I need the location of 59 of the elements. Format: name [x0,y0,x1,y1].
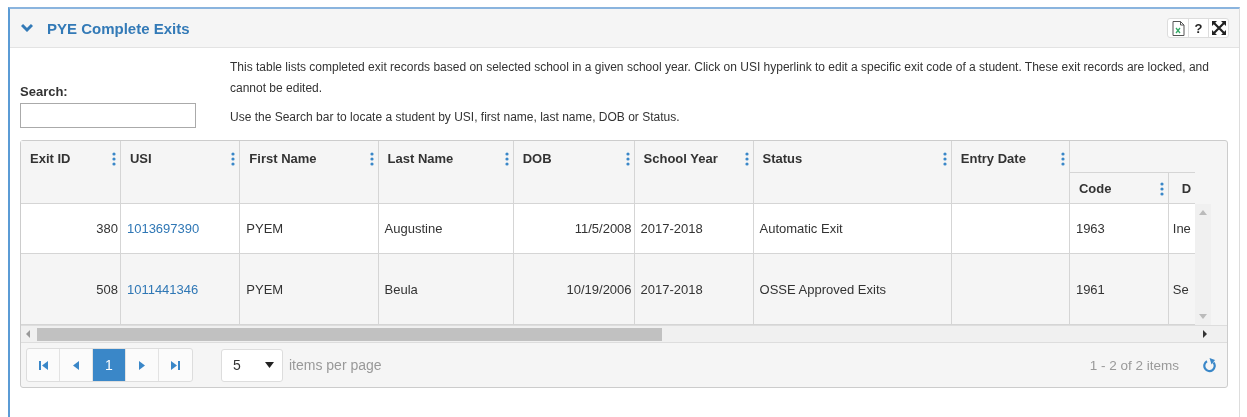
table-cell: 10/19/2006 [566,281,632,297]
column-header[interactable]: Last Name [378,141,513,168]
expand-icon [1211,21,1226,35]
column-menu-icon[interactable] [942,152,947,166]
table-cell: 11/5/2008 [574,221,632,236]
column-header[interactable]: Exit ID [21,141,120,168]
first-page-icon [38,360,48,370]
column-header[interactable]: USI [120,141,240,168]
column-menu-icon[interactable] [369,152,374,166]
column-header[interactable]: Code [1069,173,1168,198]
column-header[interactable]: Status [753,141,951,168]
column-header[interactable]: D [1172,173,1196,198]
table-cell: OSSE Approved Exits [759,281,886,297]
page-button[interactable]: 1 [93,349,126,381]
usi-link[interactable]: 1011441346 [126,281,199,297]
column-menu-icon[interactable] [1060,152,1065,166]
table-cell: 2017-2018 [640,221,703,236]
table-cell: PYEM [246,221,284,236]
refresh-icon[interactable] [1203,357,1217,373]
page-size-label: items per page [289,357,383,373]
table-cell: Augustine [384,221,443,236]
table-cell: Beula [384,281,418,297]
column-menu-icon[interactable] [625,152,630,166]
search-label: Search: [20,84,69,99]
scroll-right-icon[interactable] [1203,330,1207,338]
column-header[interactable]: Entry Date [951,141,1069,168]
panel-title: PYE Complete Exits [47,19,191,37]
column-menu-icon[interactable] [111,152,116,166]
column-menu-icon[interactable] [1159,182,1164,196]
usi-link[interactable]: 1013697390 [126,221,200,236]
description-text: This table lists completed exit records based on selected school in a given school year. Click on USI hyperlink to edit a specific exit code of a student. These exit records are locked, and cannot be edited. [230,59,1209,97]
column-menu-icon[interactable] [504,152,509,166]
page-size-value: 5 [233,357,241,373]
table-cell: Automatic Exit [759,221,843,236]
table-cell: 1963 [1075,221,1105,236]
chevron-icon[interactable] [21,23,33,33]
column-header[interactable]: School Year [634,141,753,168]
search-field[interactable] [20,103,196,128]
next-icon [139,360,145,370]
description-text: Use the Search bar to locate a student by USI, first name, last name, DOB or Status. [230,109,681,126]
column-header[interactable]: First Name [240,141,378,168]
table-cell: Se [1172,281,1189,297]
previous-icon [73,360,79,370]
column-menu-icon[interactable] [744,152,749,166]
maximize-button[interactable] [1208,19,1228,37]
table-cell: PYEM [246,281,284,297]
item-count: 1 - 2 of 2 items [1089,357,1179,373]
table-cell: 380 [96,221,118,236]
table-cell: 2017-2018 [640,281,703,297]
last-page-icon [171,360,180,370]
table-cell: 1961 [1075,281,1105,297]
caret-icon [265,362,274,368]
horizontal-scrollbar[interactable] [21,325,1227,342]
page-size-dropdown[interactable]: 5 [221,348,283,382]
scroll-left-icon[interactable] [26,330,30,338]
column-header[interactable]: DOB [513,141,634,168]
column-menu-icon[interactable] [231,152,236,166]
table-cell: Ine [1172,221,1191,236]
table-cell: 508 [96,281,118,297]
